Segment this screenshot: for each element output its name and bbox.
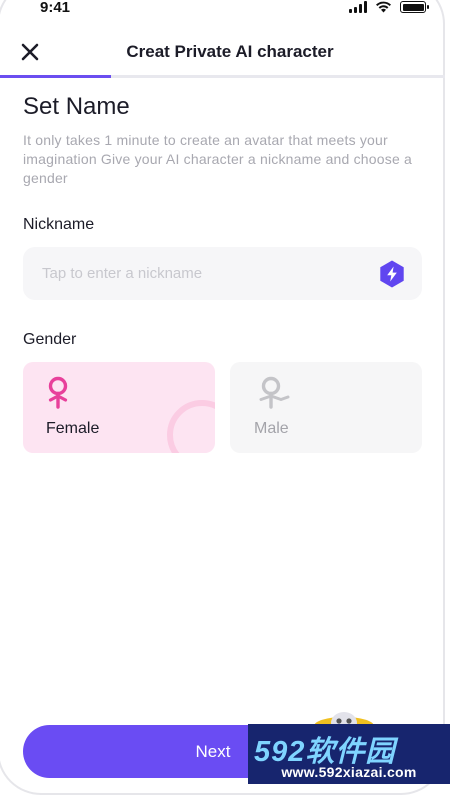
header: Creat Private AI character [0, 30, 450, 76]
header-title: Creat Private AI character [126, 42, 334, 61]
nickname-input[interactable] [23, 247, 363, 300]
nickname-field [23, 247, 422, 300]
watermark: 592软件园 www.592xiazai.com [248, 724, 450, 784]
gender-option-label: Female [46, 420, 100, 437]
progress-fill [0, 75, 112, 78]
status-bar: 9:41 [0, 0, 450, 18]
wifi-icon [376, 1, 391, 13]
male-symbol-icon [259, 376, 290, 409]
lightning-hexagon-icon[interactable] [377, 259, 407, 289]
gender-label: Gender [23, 331, 77, 348]
gender-option-female[interactable]: Female [23, 362, 215, 453]
female-symbol-icon [48, 376, 68, 409]
gender-option-male[interactable]: Male [230, 362, 422, 453]
status-time: 9:41 [40, 0, 71, 16]
progress-bar [0, 75, 445, 78]
watermark-url: www.592xiazai.com [281, 764, 417, 780]
nickname-label: Nickname [23, 216, 95, 233]
app-screen: 9:41 Creat Private AI character Set Name… [0, 0, 450, 800]
status-icons [349, 1, 429, 13]
gender-option-label: Male [254, 420, 289, 437]
cellular-signal-icon [349, 1, 367, 13]
page-description: It only takes 1 minute to create an avat… [23, 132, 413, 186]
page-title: Set Name [23, 93, 130, 120]
battery-icon [400, 1, 429, 13]
card-decoration [167, 400, 215, 453]
